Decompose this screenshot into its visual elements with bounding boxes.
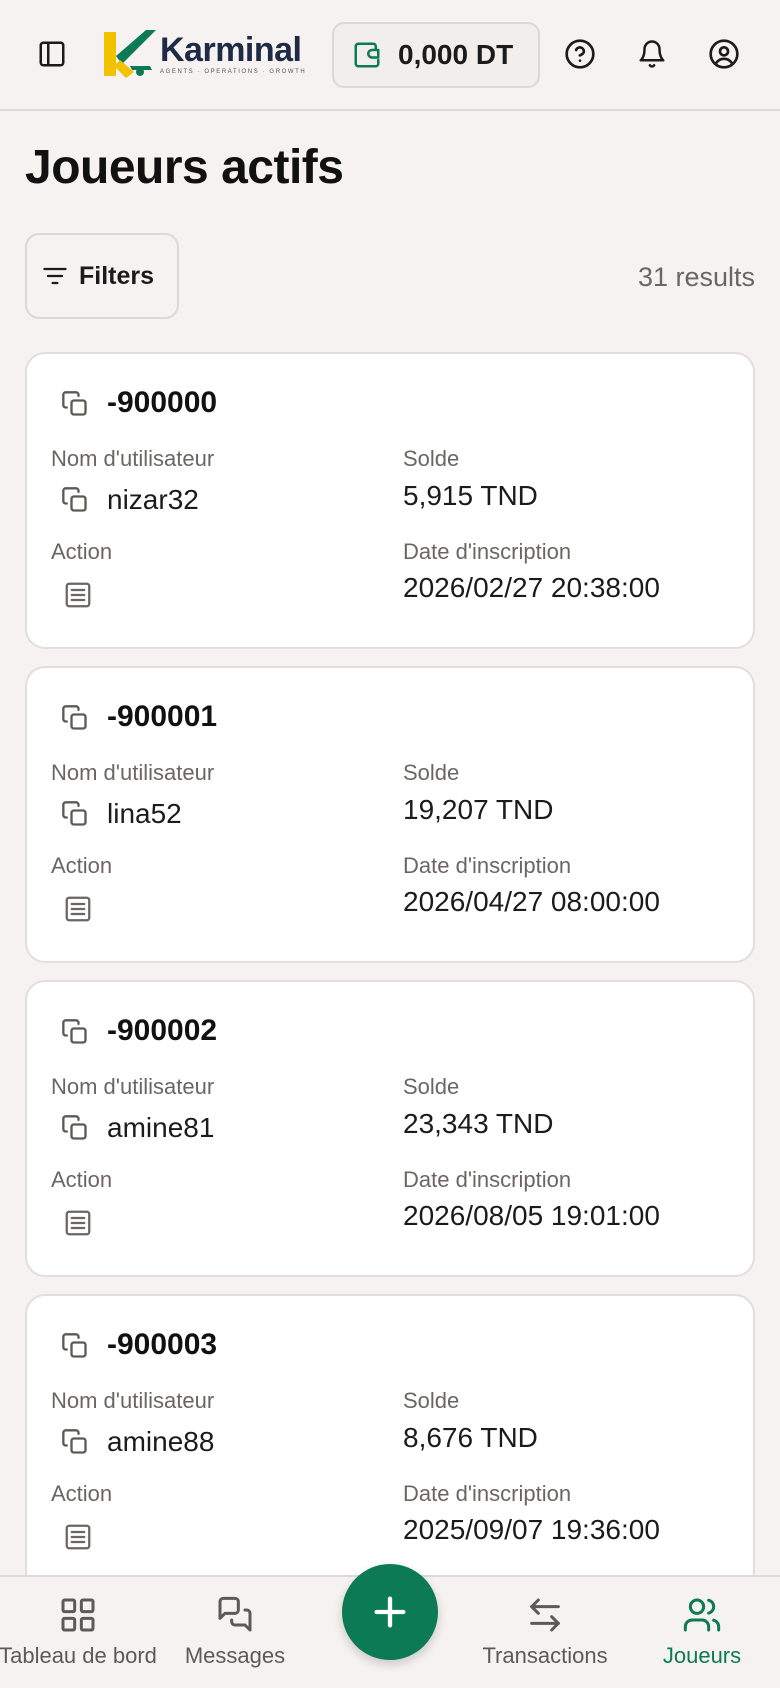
nav-transactions-label: Transactions bbox=[482, 1643, 608, 1668]
bell-icon[interactable] bbox=[630, 32, 674, 76]
nav-players-label: Joueurs bbox=[662, 1643, 742, 1668]
details-list-icon[interactable] bbox=[59, 576, 97, 614]
username-label: Nom d'utilisateur bbox=[51, 1074, 215, 1099]
copy-username-icon[interactable] bbox=[59, 1426, 91, 1458]
action-label: Action bbox=[51, 539, 113, 564]
copy-username-icon[interactable] bbox=[59, 484, 91, 516]
copy-id-icon[interactable] bbox=[59, 1330, 91, 1362]
page-title: Joueurs actifs bbox=[25, 141, 344, 194]
plus-icon bbox=[374, 1596, 406, 1628]
username-label: Nom d'utilisateur bbox=[51, 1388, 215, 1413]
player-balance: 8,676 TND bbox=[403, 1422, 538, 1453]
details-list-icon[interactable] bbox=[59, 1518, 97, 1556]
signup-date-label: Date d'inscription bbox=[403, 539, 572, 564]
player-card: -900001 Nom d'utilisateur Solde lina52 1… bbox=[25, 666, 755, 963]
brand-tagline: AGENTS · OPERATIONS · GROWTH bbox=[160, 69, 307, 75]
nav-messages-label: Messages bbox=[184, 1643, 286, 1668]
balance-label: Solde bbox=[403, 1074, 460, 1099]
nav-transactions[interactable]: Transactions bbox=[470, 1595, 620, 1669]
results-count: 31 results bbox=[637, 262, 755, 292]
brand-logo[interactable]: Karminal AGENTS · OPERATIONS · GROWTH bbox=[100, 26, 310, 82]
player-card: -900002 Nom d'utilisateur Solde amine81 … bbox=[25, 980, 755, 1277]
user-icon[interactable] bbox=[702, 32, 746, 76]
copy-username-icon[interactable] bbox=[59, 1112, 91, 1144]
player-signup-date: 2026/02/27 20:38:00 bbox=[403, 572, 660, 603]
wallet-balance-button[interactable]: 0,000 DT bbox=[332, 22, 540, 88]
player-signup-date: 2025/09/07 19:36:00 bbox=[403, 1514, 660, 1545]
details-list-icon[interactable] bbox=[59, 890, 97, 928]
balance-label: Solde bbox=[403, 446, 460, 471]
nav-dashboard-label: Tableau de bord bbox=[0, 1643, 157, 1668]
signup-date-label: Date d'inscription bbox=[403, 1481, 572, 1506]
signup-date-label: Date d'inscription bbox=[403, 1167, 572, 1192]
player-username: lina52 bbox=[107, 798, 182, 829]
player-username: amine81 bbox=[107, 1112, 215, 1143]
signup-date-label: Date d'inscription bbox=[403, 853, 572, 878]
wallet-icon bbox=[354, 42, 380, 68]
player-card: -900000 Nom d'utilisateur Solde nizar32 … bbox=[25, 352, 755, 649]
copy-id-icon[interactable] bbox=[59, 702, 91, 734]
player-balance: 23,343 TND bbox=[403, 1108, 554, 1139]
player-card: -900003 Nom d'utilisateur Solde amine88 … bbox=[25, 1294, 755, 1591]
nav-messages[interactable]: Messages bbox=[170, 1595, 300, 1669]
balance-label: Solde bbox=[403, 760, 460, 785]
copy-username-icon[interactable] bbox=[59, 798, 91, 830]
dashboard-grid-icon bbox=[61, 1598, 95, 1632]
wallet-balance: 0,000 DT bbox=[398, 39, 514, 70]
action-label: Action bbox=[51, 1481, 113, 1506]
player-signup-date: 2026/04/27 08:00:00 bbox=[403, 886, 660, 917]
player-id: -900000 bbox=[107, 386, 218, 419]
messages-icon bbox=[218, 1596, 252, 1632]
karminal-logo-icon bbox=[104, 30, 156, 78]
username-label: Nom d'utilisateur bbox=[51, 446, 215, 471]
player-list: -900000 Nom d'utilisateur Solde nizar32 … bbox=[25, 352, 755, 1608]
balance-label: Solde bbox=[403, 1388, 460, 1413]
add-button[interactable] bbox=[342, 1564, 438, 1660]
nav-dashboard[interactable]: Tableau de bord bbox=[0, 1595, 160, 1669]
player-username: amine88 bbox=[107, 1426, 215, 1457]
player-username: nizar32 bbox=[107, 484, 199, 515]
action-label: Action bbox=[51, 1167, 113, 1192]
brand-name: Karminal bbox=[160, 31, 302, 69]
users-icon bbox=[683, 1598, 721, 1632]
filters-button[interactable]: Filters bbox=[25, 233, 179, 319]
details-list-icon[interactable] bbox=[59, 1204, 97, 1242]
player-id: -900001 bbox=[107, 700, 218, 733]
help-icon[interactable] bbox=[558, 32, 602, 76]
player-balance: 19,207 TND bbox=[403, 794, 554, 825]
username-label: Nom d'utilisateur bbox=[51, 760, 215, 785]
filter-lines-icon bbox=[43, 267, 67, 285]
copy-id-icon[interactable] bbox=[59, 1016, 91, 1048]
action-label: Action bbox=[51, 853, 113, 878]
filters-label: Filters bbox=[79, 261, 155, 290]
player-id: -900003 bbox=[107, 1328, 218, 1361]
player-balance: 5,915 TND bbox=[403, 480, 538, 511]
sidebar-toggle-icon[interactable] bbox=[30, 32, 74, 76]
copy-id-icon[interactable] bbox=[59, 388, 91, 420]
transfer-arrows-icon bbox=[530, 1598, 560, 1632]
top-header: Karminal AGENTS · OPERATIONS · GROWTH 0,… bbox=[0, 0, 780, 111]
player-signup-date: 2026/08/05 19:01:00 bbox=[403, 1200, 660, 1231]
player-id: -900002 bbox=[107, 1014, 218, 1047]
nav-players[interactable]: Joueurs bbox=[650, 1595, 754, 1669]
app-root: Karminal AGENTS · OPERATIONS · GROWTH 0,… bbox=[0, 0, 780, 1688]
